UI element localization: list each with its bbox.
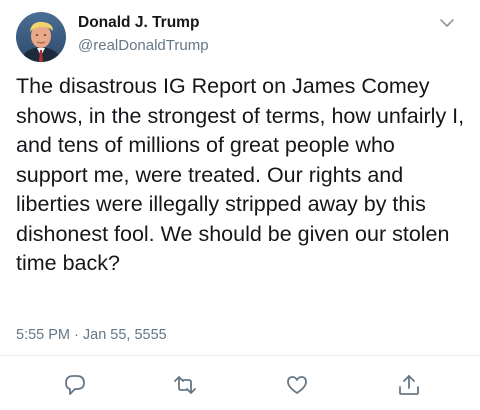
tweet-text: The disastrous IG Report on James Comey … (16, 74, 465, 275)
share-button[interactable] (396, 373, 422, 397)
heart-outline-icon (287, 376, 307, 394)
tweet-menu-button[interactable] (436, 14, 458, 32)
author-name[interactable]: Donald J. Trump (78, 14, 199, 32)
reply-button[interactable] (62, 373, 88, 397)
divider (0, 355, 480, 356)
share-upload-icon (399, 375, 419, 395)
chevron-down-icon (440, 19, 454, 27)
like-button[interactable] (284, 373, 310, 397)
tweet-timestamp[interactable]: 5:55 PM · Jan 55, 5555 (16, 327, 167, 343)
avatar[interactable] (16, 12, 66, 62)
retweet-button[interactable] (172, 373, 198, 397)
profile-photo-icon (16, 12, 66, 62)
tweet-card: Donald J. Trump @realDonaldTrump The dis… (0, 0, 480, 410)
retweet-arrows-icon (174, 376, 196, 394)
comment-bubble-icon (65, 375, 85, 395)
author-handle[interactable]: @realDonaldTrump (78, 37, 209, 54)
